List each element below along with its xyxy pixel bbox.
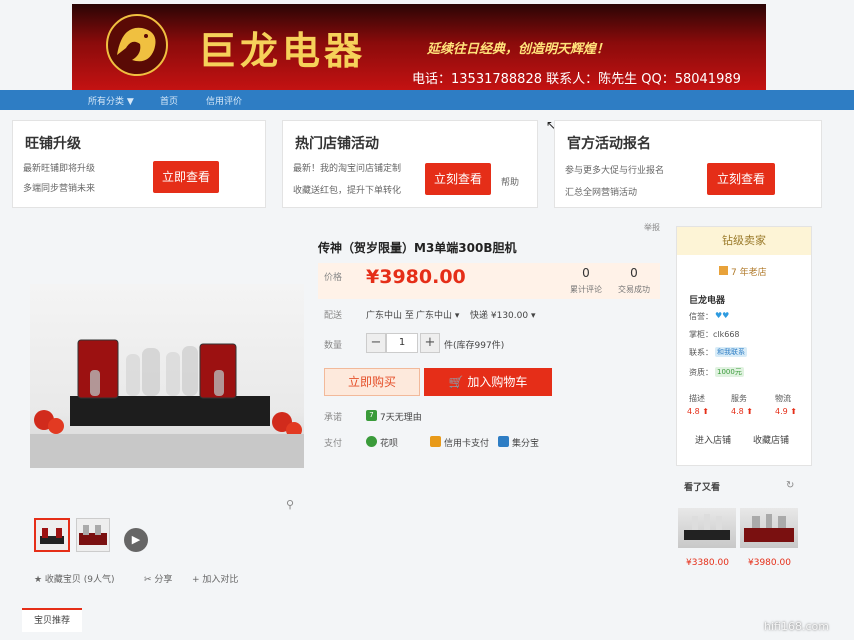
- nav-all-categories[interactable]: 所有分类 ▼: [88, 94, 134, 107]
- promo-line: 最新！我的淘宝问店铺定制: [293, 164, 402, 174]
- shop-nav-bar: 所有分类 ▼ 首页 信用评价: [0, 90, 854, 110]
- contact-seller-button[interactable]: 和我联系: [715, 347, 747, 357]
- buy-now-button[interactable]: 立即购买: [324, 368, 420, 396]
- add-compare-link[interactable]: + 加入对比: [192, 572, 238, 585]
- add-to-cart-button[interactable]: 🛒 加入购物车: [424, 368, 552, 396]
- also-viewed-price-1: ¥3380.00: [686, 558, 729, 568]
- promo-title: 旺铺升级: [25, 136, 81, 152]
- tube-amp-thumbnail-image: [744, 514, 794, 542]
- promo-view-button[interactable]: 立即查看: [153, 161, 219, 193]
- also-viewed-title: 看了又看: [684, 483, 721, 493]
- deposit-badge: 1000元: [715, 367, 744, 377]
- favorite-shop-button[interactable]: 收藏店铺: [753, 433, 789, 446]
- shop-name[interactable]: 巨龙电器: [689, 293, 725, 306]
- enter-shop-button[interactable]: 进入店铺: [695, 433, 731, 446]
- promo-help-link[interactable]: 帮助: [501, 175, 519, 188]
- shop-banner[interactable]: 巨龙电器 延续往日经典，创造明天辉煌！ 电话：13531788828 联系人：陈…: [72, 4, 766, 90]
- promo-view-button[interactable]: 立刻查看: [707, 163, 775, 195]
- banner-slogan: 延续往日经典，创造明天辉煌！: [427, 42, 610, 57]
- rating-service-label: 服务: [731, 394, 747, 403]
- promo-wangpu-upgrade: 旺铺升级 最新旺铺即将升级 多端同步营销未来 立即查看: [12, 120, 266, 208]
- rating-desc-score: 4.8 ⬆: [687, 407, 709, 416]
- rating-desc-label: 描述: [689, 394, 705, 403]
- seller-level-header: 钻级卖家: [677, 227, 811, 255]
- seven-day-return-text[interactable]: 7天无理由: [380, 410, 422, 423]
- cart-icon: 🛒: [448, 375, 468, 389]
- tube-amp-thumbnail-image: [684, 514, 730, 540]
- add-to-cart-label: 加入购物车: [467, 375, 528, 389]
- shop-info-panel: 钻级卖家 7 年老店 巨龙电器 信誉： ♥♥ 掌柜：clk668 联系： 和我联…: [676, 226, 812, 466]
- promo-line: 汇总全网营销活动: [565, 188, 638, 198]
- banner-shop-name: 巨龙电器: [198, 28, 367, 73]
- shipping-label: 配送: [324, 311, 343, 321]
- quantity-plus-button[interactable]: +: [420, 333, 440, 353]
- credit-label: 信誉：: [689, 312, 713, 321]
- rating-service-score: 4.8 ⬆: [731, 407, 753, 416]
- nav-credit-rating[interactable]: 信用评价: [206, 94, 242, 107]
- review-count-label[interactable]: 累计评论: [561, 284, 611, 295]
- rating-logistics-label: 物流: [775, 394, 791, 403]
- review-count: 0: [582, 266, 590, 280]
- shipping-destination-select[interactable]: 广东中山 ▾: [416, 308, 459, 321]
- shipping-from: 广东中山 至: [366, 311, 414, 321]
- qualification-label: 资质：: [689, 368, 713, 377]
- payment-label: 支付: [324, 439, 343, 449]
- payment-jifenbao[interactable]: 集分宝: [512, 436, 539, 449]
- payment-credit-card[interactable]: 信用卡支付: [444, 436, 489, 449]
- thumbnail-2[interactable]: [76, 518, 110, 552]
- banner-contact: 电话：13531788828 联系人：陈先生 QQ：58041989: [412, 72, 741, 87]
- promo-line: 收藏送红包，提升下单转化: [293, 186, 402, 196]
- quantity-minus-button[interactable]: −: [366, 333, 386, 353]
- tube-amp-image: [30, 339, 304, 468]
- stock-info: 件(库存997件): [444, 341, 505, 351]
- zoom-icon[interactable]: ⚲: [286, 498, 298, 511]
- promise-label: 承诺: [324, 413, 343, 423]
- nav-home[interactable]: 首页: [160, 94, 178, 107]
- promo-line: 参与更多大促与行业报名: [565, 166, 665, 176]
- seven-day-return-icon: 7: [366, 410, 377, 421]
- promo-line: 最新旺铺即将升级: [23, 164, 96, 174]
- tube-amp-thumbnail-image: [40, 528, 64, 544]
- calendar-icon: [719, 266, 728, 275]
- shop-years-text: 7 年老店: [731, 268, 767, 278]
- shop-years: 7 年老店: [719, 265, 767, 278]
- product-price: ¥3980.00: [366, 266, 466, 288]
- rating-logistics-score: 4.9 ⬆: [775, 407, 797, 416]
- report-link[interactable]: 举报: [644, 222, 660, 233]
- sales-count-label: 交易成功: [618, 285, 650, 294]
- also-viewed-price-2: ¥3980.00: [748, 558, 791, 568]
- refresh-icon[interactable]: ↻: [786, 480, 794, 491]
- share-link[interactable]: ✂ 分享: [144, 572, 172, 585]
- quantity-input[interactable]: 1: [386, 333, 418, 353]
- product-main-image[interactable]: [30, 284, 304, 468]
- thumbnail-1[interactable]: [34, 518, 70, 552]
- quantity-label: 数量: [324, 341, 343, 351]
- shop-owner: 掌柜：clk668: [689, 330, 740, 339]
- dragon-logo-icon: [106, 14, 168, 76]
- product-title: 传神（贺岁限量）M3单端300B胆机: [318, 241, 517, 255]
- promo-title: 官方活动报名: [567, 136, 651, 152]
- also-viewed-item-1[interactable]: [678, 508, 736, 548]
- credit-heart-icon: ♥♥: [715, 311, 730, 320]
- tab-recommend[interactable]: 宝贝推荐: [22, 608, 82, 632]
- payment-huabei[interactable]: 花呗: [380, 436, 398, 449]
- page: 巨龙电器 延续往日经典，创造明天辉煌！ 电话：13531788828 联系人：陈…: [0, 0, 854, 640]
- jifenbao-icon: [498, 436, 509, 447]
- shipping-fee-select[interactable]: 快递 ¥130.00 ▾: [470, 308, 535, 321]
- contact-label: 联系：: [689, 348, 713, 357]
- promo-title: 热门店铺活动: [295, 136, 379, 152]
- play-video-icon[interactable]: ▶: [124, 528, 148, 552]
- huabei-icon: [366, 436, 377, 447]
- sales-count: 0: [630, 266, 638, 280]
- watermark: hifi168.com: [764, 620, 829, 633]
- price-label: 价格: [324, 273, 343, 283]
- tube-amp-thumbnail-image: [79, 525, 107, 545]
- credit-card-icon: [430, 436, 441, 447]
- favorite-item-link[interactable]: ★ 收藏宝贝 (9人气): [34, 572, 115, 585]
- promo-official-activity: 官方活动报名 参与更多大促与行业报名 汇总全网营销活动 立刻查看: [554, 120, 822, 208]
- also-viewed-item-2[interactable]: [740, 508, 798, 548]
- promo-hot-shop-activity: 热门店铺活动 最新！我的淘宝问店铺定制 收藏送红包，提升下单转化 立刻查看 帮助: [282, 120, 538, 208]
- promo-line: 多端同步营销未来: [23, 184, 96, 194]
- promo-view-button[interactable]: 立刻查看: [425, 163, 491, 195]
